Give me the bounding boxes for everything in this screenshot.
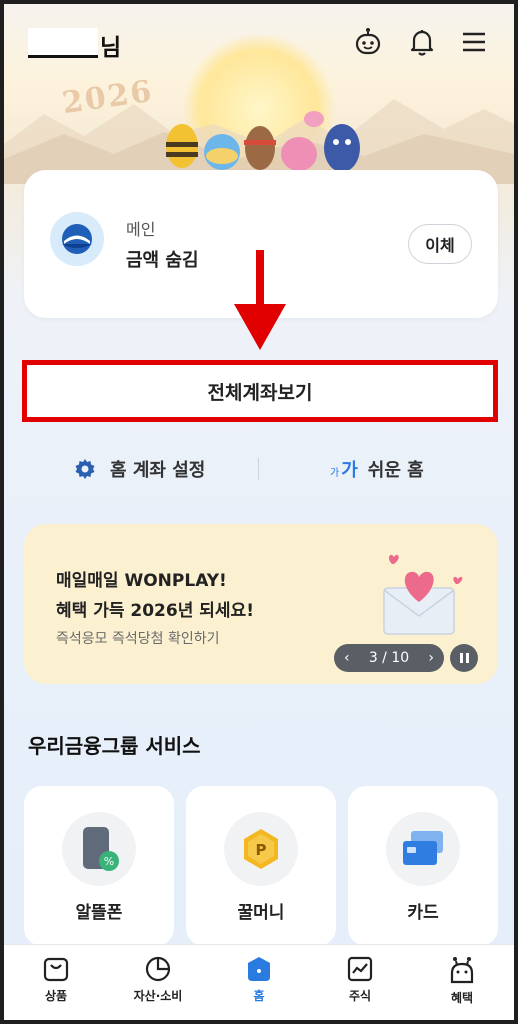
pie-chart-icon [145, 956, 171, 982]
arrow-down-icon [234, 250, 286, 350]
user-name-suffix: 님 [100, 35, 122, 61]
app-screen: 님 2026 메인 금액 숨김 이체 전체계좌보기 홈 계좌 설정 가 가 쉬운… [4, 4, 514, 1020]
promo-title-line1: 매일매일 WONPLAY! [56, 571, 227, 591]
chevron-right-icon[interactable]: › [428, 650, 434, 666]
home-account-setting-link[interactable]: 홈 계좌 설정 [74, 456, 205, 482]
envelope-heart-icon [383, 554, 463, 635]
benefit-icon [450, 957, 474, 984]
phone-icon: % [62, 812, 136, 886]
promo-subtitle: 즉석응모 즉석당첨 확인하기 [56, 631, 220, 647]
menu-icon[interactable] [456, 24, 492, 60]
account-balance[interactable]: 금액 숨김 [126, 246, 199, 272]
nav-item-stocks[interactable]: 주식 [310, 945, 410, 1020]
nav-label: 자산·소비 [133, 989, 183, 1003]
character-blue [204, 134, 240, 170]
bottom-navigation: 상품 자산·소비 홈 주식 혜택 [4, 944, 514, 1020]
service-card-money[interactable]: P 꿀머니 [186, 786, 336, 946]
service-label: 카드 [407, 903, 439, 923]
pause-icon[interactable] [450, 644, 478, 672]
banner-pager: ‹ 3 / 10 › [334, 644, 444, 672]
new-year-banner: 2026 [4, 34, 514, 184]
card-icon [386, 812, 460, 886]
divider [258, 458, 259, 480]
home-icon [248, 957, 270, 981]
character-navy [324, 124, 360, 172]
home-account-setting-label: 홈 계좌 설정 [110, 460, 206, 481]
font-size-small-glyph: 가 [330, 468, 340, 479]
shopping-bag-icon [43, 957, 69, 982]
robot-face-icon[interactable] [350, 24, 386, 60]
services-section-title: 우리금융그룹 서비스 [28, 734, 201, 758]
nav-label: 상품 [44, 989, 68, 1003]
nav-item-home[interactable]: 홈 [209, 945, 309, 1020]
svg-text:P: P [256, 841, 267, 859]
easy-home-link[interactable]: 가 가 쉬운 홈 [330, 456, 424, 482]
pager-text: 3 / 10 [368, 650, 410, 666]
bell-icon[interactable] [404, 24, 440, 60]
promo-title-line2: 혜택 가득 2026년 되세요! [56, 601, 254, 621]
nav-item-products[interactable]: 상품 [6, 945, 106, 1020]
bank-logo-icon [50, 212, 104, 266]
easy-home-label: 쉬운 홈 [367, 460, 424, 481]
coin-icon: P [224, 812, 298, 886]
nav-label: 주식 [348, 989, 372, 1003]
stock-chart-icon [347, 956, 373, 982]
service-card-mvno[interactable]: % 알뜰폰 [24, 786, 174, 946]
view-all-accounts-button[interactable]: 전체계좌보기 [22, 360, 498, 422]
nav-label: 홈 [253, 989, 265, 1003]
service-label: 알뜰폰 [75, 903, 123, 923]
character-bee [166, 124, 198, 168]
nav-item-benefits[interactable]: 혜택 [412, 945, 512, 1020]
transfer-button[interactable]: 이체 [408, 224, 472, 264]
font-size-large-glyph: 가 [341, 460, 358, 481]
chevron-left-icon[interactable]: ‹ [344, 650, 350, 666]
service-card-card[interactable]: 카드 [348, 786, 498, 946]
service-label: 꿀머니 [237, 903, 285, 923]
nav-label: 혜택 [450, 991, 474, 1005]
account-title: 메인 [126, 220, 156, 239]
promo-banner[interactable]: 매일매일 WONPLAY! 혜택 가득 2026년 되세요! 즉석응모 즉석당첨… [24, 524, 498, 684]
gear-icon [75, 459, 95, 479]
svg-text:%: % [104, 855, 114, 868]
nav-item-assets[interactable]: 자산·소비 [108, 945, 208, 1020]
home-settings-row: 홈 계좌 설정 가 가 쉬운 홈 [4, 450, 514, 490]
user-name-masked [28, 28, 98, 58]
